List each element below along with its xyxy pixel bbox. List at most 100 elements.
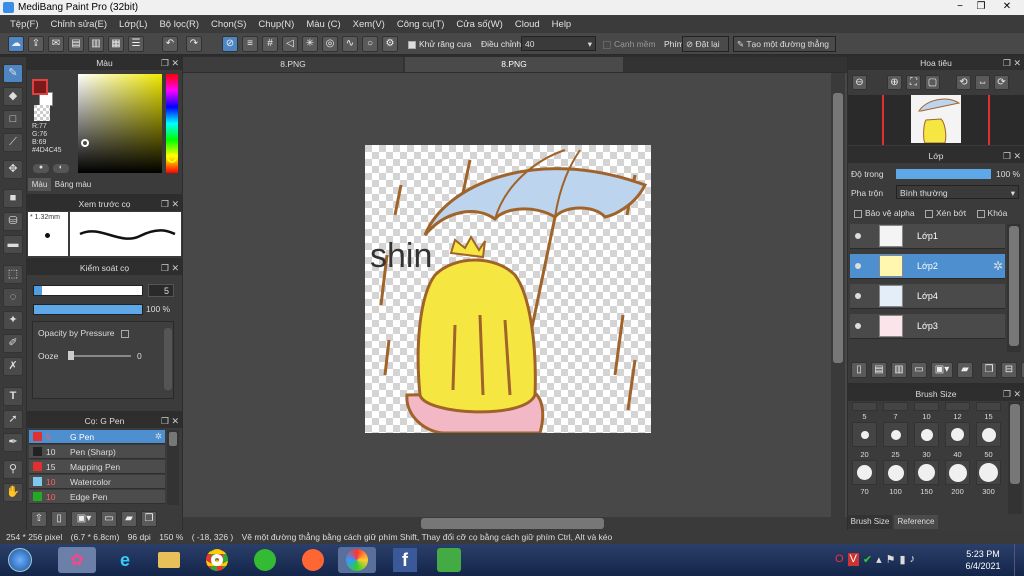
select-rect-tool-icon[interactable]: ⬚ xyxy=(3,265,23,284)
delete-layer-icon[interactable]: ▭ xyxy=(911,362,927,378)
scrollbar-thumb[interactable] xyxy=(169,432,177,446)
straight-line-button[interactable]: ✎ Tạo một đường thẳng xyxy=(733,36,836,52)
brush-size-option[interactable] xyxy=(883,402,908,411)
close-icon[interactable]: ❐ ✕ xyxy=(1003,150,1021,163)
taskbar-app-media[interactable] xyxy=(294,547,332,573)
start-button[interactable] xyxy=(2,547,38,573)
brush-size-option[interactable] xyxy=(976,402,1001,411)
brush-size-scrollbar-thumb[interactable] xyxy=(1010,404,1020,484)
snap-off-icon[interactable]: ⊘ xyxy=(222,36,238,52)
close-icon[interactable]: ❐ ✕ xyxy=(161,262,179,275)
layer-row[interactable]: Lớp1 xyxy=(850,224,1005,249)
delete-brush-icon[interactable]: ▭ xyxy=(101,511,117,527)
color-picker-cursor[interactable] xyxy=(81,139,89,147)
taskbar-app-ie[interactable]: e xyxy=(106,547,144,573)
duplicate-brush-icon[interactable]: ❐ xyxy=(141,511,157,527)
gear-icon[interactable]: ✲ xyxy=(155,431,162,442)
brush-item[interactable]: 10 Watercolor xyxy=(29,475,165,489)
list-icon[interactable]: ☰ xyxy=(128,36,144,52)
size-slider[interactable] xyxy=(33,285,143,296)
note-icon[interactable]: ▥ xyxy=(88,36,104,52)
tab-reference[interactable]: Reference xyxy=(894,515,938,529)
navigator-preview[interactable] xyxy=(848,95,1024,145)
tab-document-2[interactable]: 8.PNG xyxy=(405,57,623,72)
edge-checkbox[interactable]: Cạnh mềm xyxy=(603,39,656,49)
menu-layer[interactable]: Lớp(L) xyxy=(113,19,153,30)
close-icon[interactable]: ❐ ✕ xyxy=(161,57,179,70)
taskbar-app-explorer[interactable] xyxy=(150,547,188,573)
zoom-out-icon[interactable]: ⊖ xyxy=(852,75,867,90)
taskbar-app-coccoc[interactable] xyxy=(246,547,284,573)
close-button[interactable]: ✕ xyxy=(998,0,1016,15)
comment-icon[interactable]: ✉ xyxy=(48,36,64,52)
brush-item[interactable]: 10 Edge Pen xyxy=(29,490,165,504)
document-icon[interactable]: ▤ xyxy=(68,36,84,52)
ellipse-snap-icon[interactable]: ○ xyxy=(362,36,378,52)
close-icon[interactable]: ❐ ✕ xyxy=(1003,57,1021,70)
text-tool-icon[interactable]: T xyxy=(3,387,23,406)
menu-select[interactable]: Chọn(S) xyxy=(205,19,252,30)
new-8bit-layer-icon[interactable]: ▥ xyxy=(891,362,907,378)
visibility-icon[interactable] xyxy=(855,233,861,239)
menu-window[interactable]: Cửa số(W) xyxy=(450,19,508,30)
grid-icon[interactable]: ▦ xyxy=(108,36,124,52)
brush-size-option[interactable] xyxy=(914,460,939,485)
brush-size-option[interactable] xyxy=(945,460,970,485)
network-icon[interactable]: ▮ xyxy=(900,553,906,566)
taskbar-app-chrome[interactable] xyxy=(198,547,236,573)
close-icon[interactable]: ❐ ✕ xyxy=(1003,388,1021,401)
select-eraser-tool-icon[interactable]: ✗ xyxy=(3,357,23,376)
move-tool-icon[interactable]: ✥ xyxy=(3,160,23,179)
zoom-in-icon[interactable]: ⊕ xyxy=(887,75,902,90)
close-icon[interactable]: ❐ ✕ xyxy=(161,198,179,211)
tab-brush-size[interactable]: Brush Size xyxy=(848,515,892,529)
merge-layer-icon[interactable]: ⊟ xyxy=(1001,362,1017,378)
visibility-icon[interactable] xyxy=(855,293,861,299)
brush-size-option[interactable] xyxy=(883,422,908,447)
layer-folder-icon[interactable]: ▰ xyxy=(957,362,973,378)
tab-palette[interactable]: Bảng màu xyxy=(53,178,93,191)
vietkey-icon[interactable]: V xyxy=(847,553,859,566)
flip-icon[interactable]: ⇔ xyxy=(975,75,990,90)
rotate-right-icon[interactable]: ⟳ xyxy=(994,75,1009,90)
menu-filter[interactable]: Bộ lọc(R) xyxy=(153,19,205,30)
brush-size-option[interactable] xyxy=(976,422,1001,447)
select-pen-tool-icon[interactable]: ✐ xyxy=(3,334,23,353)
opacity-pressure-option[interactable]: Opacity by Pressure xyxy=(38,328,132,338)
hue-slider-thumb[interactable] xyxy=(167,153,177,163)
operation-tool-icon[interactable]: ➚ xyxy=(3,410,23,429)
taskbar-app-medibang[interactable] xyxy=(338,547,376,573)
layer-row[interactable]: Lớp3 xyxy=(850,314,1005,339)
color-field[interactable] xyxy=(78,74,162,173)
show-desktop-button[interactable] xyxy=(1014,544,1024,576)
opera-icon[interactable]: O xyxy=(835,553,844,566)
brush-list-scrollbar[interactable] xyxy=(167,430,179,505)
brush-tool-icon[interactable]: ✎ xyxy=(3,64,23,83)
visibility-icon[interactable] xyxy=(855,263,861,269)
tab-color[interactable]: Màu xyxy=(28,178,51,191)
dot-tool-icon[interactable]: □ xyxy=(3,110,23,129)
clipping-checkbox[interactable]: Xén bớt xyxy=(925,208,966,218)
menu-file[interactable]: Tệp(F) xyxy=(4,19,45,30)
layer-scrollbar[interactable] xyxy=(1007,224,1021,352)
tray-app-icon[interactable]: ✔ xyxy=(863,553,872,566)
maximize-button[interactable]: ❐ xyxy=(972,0,990,15)
taskbar-app-game[interactable] xyxy=(430,547,468,573)
menu-edit[interactable]: Chỉnh sửa(E) xyxy=(45,19,114,30)
ooze-slider[interactable] xyxy=(71,355,131,357)
tab-document-1[interactable]: 8.PNG xyxy=(183,57,403,72)
taskbar-app-facebook[interactable]: f xyxy=(386,547,424,573)
brush-size-option[interactable] xyxy=(852,460,877,485)
new-brush-icon[interactable]: ▯ xyxy=(51,511,67,527)
parallel-snap-icon[interactable]: ≡ xyxy=(242,36,258,52)
cloud-icon[interactable]: ☁ xyxy=(8,36,24,52)
reset-button[interactable]: ⊘ Đặt lại xyxy=(682,36,729,52)
brush-size-option[interactable] xyxy=(852,402,877,411)
fit-icon[interactable]: ⛶ xyxy=(906,75,921,90)
menu-help[interactable]: Help xyxy=(546,19,578,30)
close-icon[interactable]: ❐ ✕ xyxy=(161,415,179,428)
circle-snap-icon[interactable]: ◎ xyxy=(322,36,338,52)
opacity-slider[interactable] xyxy=(33,304,143,315)
bucket-tool-icon[interactable]: ⛁ xyxy=(3,212,23,231)
taskbar-app-pinwheel[interactable]: ✿ xyxy=(58,547,96,573)
